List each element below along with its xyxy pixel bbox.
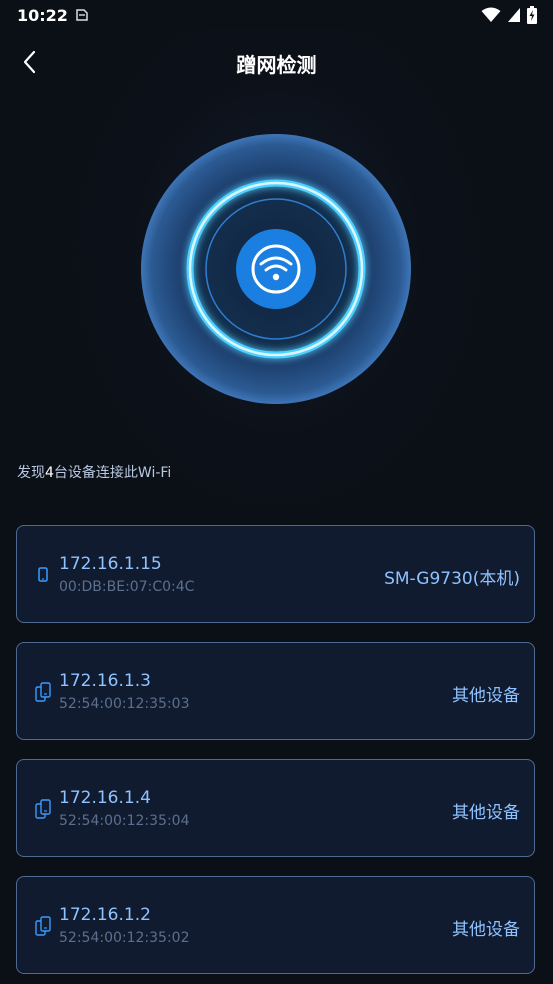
device-name: SM-G9730(本机) — [384, 569, 520, 589]
device-card[interactable]: 172.16.1.15 00:DB:BE:07:C0:4C SM-G9730(本… — [16, 525, 535, 623]
device-mac: 52:54:00:12:35:04 — [59, 813, 190, 829]
device-card[interactable]: 172.16.1.2 52:54:00:12:35:02 其他设备 — [16, 876, 535, 974]
battery-charging-icon — [527, 6, 537, 24]
device-name: 其他设备 — [452, 803, 520, 823]
device-mac: 52:54:00:12:35:02 — [59, 930, 190, 946]
wifi-icon — [481, 7, 501, 22]
device-ip: 172.16.1.3 — [59, 671, 151, 691]
devices-icon — [35, 916, 51, 936]
device-ip: 172.16.1.4 — [59, 788, 151, 808]
device-mac: 00:DB:BE:07:C0:4C — [59, 579, 195, 595]
signal-icon — [508, 8, 520, 22]
summary-prefix: 发现 — [17, 465, 45, 481]
device-name: 其他设备 — [452, 686, 520, 706]
device-ip: 172.16.1.15 — [59, 554, 162, 574]
summary-suffix: 台设备连接此Wi-Fi — [53, 465, 172, 481]
notification-icon — [76, 9, 88, 21]
devices-icon — [35, 799, 51, 819]
scanner-core — [236, 229, 316, 309]
status-icons — [481, 6, 537, 24]
page-title: 蹭网检测 — [236, 53, 317, 77]
device-card[interactable]: 172.16.1.3 52:54:00:12:35:03 其他设备 — [16, 642, 535, 740]
device-mac: 52:54:00:12:35:03 — [59, 696, 190, 712]
phone-icon — [38, 567, 48, 582]
status-time: 10:22 — [17, 6, 68, 25]
device-ip: 172.16.1.2 — [59, 905, 151, 925]
device-count-summary: 发现4台设备连接此Wi-Fi — [17, 462, 171, 482]
wifi-scanner-graphic — [141, 134, 411, 404]
status-bar: 10:22 — [0, 0, 553, 32]
device-count: 4 — [45, 465, 54, 481]
device-card[interactable]: 172.16.1.4 52:54:00:12:35:04 其他设备 — [16, 759, 535, 857]
devices-icon — [35, 682, 51, 702]
top-bar: 蹭网检测 — [0, 34, 553, 90]
device-name: 其他设备 — [452, 920, 520, 940]
